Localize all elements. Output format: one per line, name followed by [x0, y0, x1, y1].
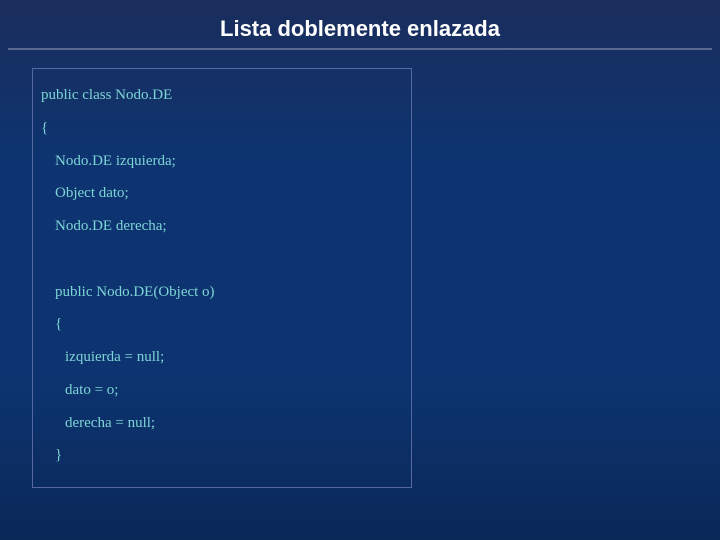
code-line: } [41, 439, 403, 472]
code-line: izquierda = null; [41, 341, 403, 374]
code-line: { [41, 112, 403, 145]
slide-title: Lista doblemente enlazada [0, 16, 720, 42]
title-divider [8, 48, 712, 50]
code-line: dato = o; [41, 374, 403, 407]
code-box: public class Nodo.DE { Nodo.DE izquierda… [32, 68, 412, 488]
code-line: { [41, 308, 403, 341]
code-line: Nodo.DE derecha; [41, 210, 403, 243]
code-line: Object dato; [41, 177, 403, 210]
code-blank [41, 243, 403, 276]
title-area: Lista doblemente enlazada [0, 0, 720, 48]
code-line: public class Nodo.DE [41, 79, 403, 112]
code-line: derecha = null; [41, 407, 403, 440]
code-line: public Nodo.DE(Object o) [41, 276, 403, 309]
code-line: Nodo.DE izquierda; [41, 145, 403, 178]
